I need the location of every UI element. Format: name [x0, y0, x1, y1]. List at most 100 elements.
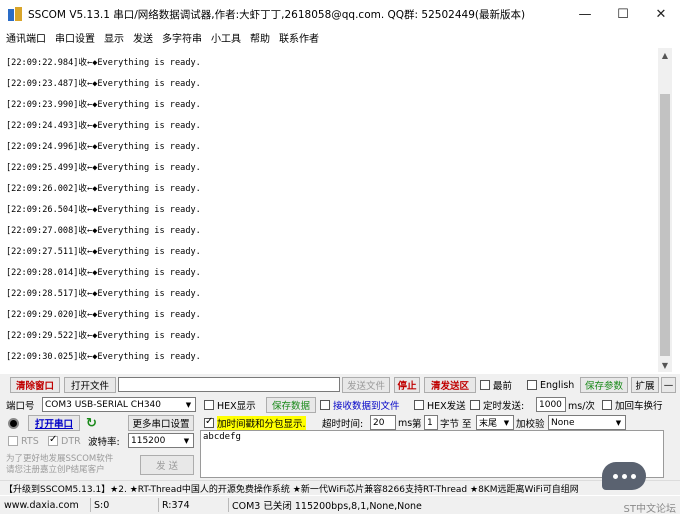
log-line: [22:09:25.499]收←◆Everything is ready. — [6, 163, 201, 173]
add-crlf-checkbox[interactable]: 加回车换行 — [602, 396, 663, 414]
send-button[interactable]: 发 送 — [140, 455, 194, 475]
chevron-down-icon: ▼ — [183, 436, 190, 445]
chat-icon — [602, 462, 646, 490]
timeout-input[interactable]: 20 — [370, 415, 396, 430]
log-line: [22:09:24.996]收←◆Everything is ready. — [6, 142, 201, 152]
checkbox-icon — [204, 416, 214, 428]
window-title: SSCOM V5.13.1 串口/网络数据调试器,作者:大虾丁丁,2618058… — [28, 8, 526, 21]
menu-bar: 通讯端口 串口设置 显示 发送 多字符串 小工具 帮助 联系作者 — [0, 28, 680, 46]
refresh-icon[interactable]: ↻ — [86, 414, 97, 432]
collapse-button[interactable]: — — [661, 377, 676, 393]
log-line: [22:09:22.984]收←◆Everything is ready. — [6, 58, 201, 68]
english-label: English — [540, 379, 575, 391]
checkbox-icon — [470, 400, 480, 410]
menu-display[interactable]: 显示 — [104, 30, 124, 45]
send-scrollbar[interactable] — [664, 430, 676, 478]
interval-unit: ms/次 — [568, 401, 595, 412]
chevron-down-icon: ▼ — [185, 400, 192, 409]
clear-window-button[interactable]: 清除窗口 — [10, 377, 60, 393]
menu-comm-port[interactable]: 通讯端口 — [6, 30, 46, 45]
start-byte-input[interactable]: 1 — [424, 415, 438, 430]
receive-log[interactable]: [22:09:22.984]收←◆Everything is ready. [2… — [4, 48, 656, 372]
log-line: [22:09:26.002]收←◆Everything is ready. — [6, 184, 201, 194]
open-port-button[interactable]: 打开串口 — [28, 415, 80, 431]
app-icon — [8, 7, 22, 21]
log-line: [22:09:23.487]收←◆Everything is ready. — [6, 79, 201, 89]
port-value: COM3 USB-SERIAL CH340 — [45, 399, 162, 410]
log-line: [22:09:27.511]收←◆Everything is ready. — [6, 247, 201, 257]
menu-multi-string[interactable]: 多字符串 — [162, 30, 202, 45]
checksum-select[interactable]: None ▼ — [548, 415, 626, 430]
baud-label: 波特率: — [88, 437, 120, 448]
hex-display-checkbox[interactable]: HEX显示 — [204, 396, 256, 414]
end-value: 末尾 — [479, 419, 498, 429]
log-line: [22:09:29.522]收←◆Everything is ready. — [6, 331, 201, 341]
log-scrollbar[interactable]: ▲ ▼ — [658, 48, 672, 372]
register-promo-text[interactable]: 为了更好地发展SSCOM软件 请您注册嘉立创P结尾客户 — [6, 452, 113, 478]
port-label: 端口号 — [6, 401, 35, 412]
stop-button[interactable]: 停止 — [394, 377, 420, 393]
rts-label: RTS — [21, 435, 39, 447]
expand-button[interactable]: 扩展 — [631, 377, 659, 393]
send-file-button[interactable]: 发送文件 — [342, 377, 390, 393]
checkbox-icon — [602, 400, 612, 410]
timed-send-label: 定时发送: — [483, 401, 525, 412]
chevron-down-icon: ▼ — [503, 418, 510, 427]
status-sent-count: S:0 — [94, 499, 110, 511]
end-byte-select[interactable]: 末尾 ▼ — [476, 415, 514, 430]
log-line: [22:09:23.990]收←◆Everything is ready. — [6, 100, 201, 110]
maximize-button[interactable]: ☐ — [604, 0, 642, 28]
interval-input[interactable]: 1000 — [536, 397, 566, 412]
menu-tools[interactable]: 小工具 — [211, 30, 241, 45]
topmost-checkbox[interactable]: 最前 — [480, 376, 512, 394]
status-bar: www.daxia.com S:0 R:374 COM3 已关闭 115200b… — [0, 496, 680, 514]
chevron-down-icon: ▼ — [615, 418, 622, 427]
hex-display-label: HEX显示 — [217, 401, 256, 412]
checksum-value: None — [551, 417, 575, 428]
recv-to-file-checkbox[interactable]: 接收数据到文件 — [320, 396, 400, 414]
log-line: [22:09:30.025]收←◆Everything is ready. — [6, 352, 201, 362]
status-site[interactable]: www.daxia.com — [4, 498, 79, 512]
dtr-checkbox[interactable]: DTR — [48, 432, 81, 450]
hex-send-label: HEX发送 — [427, 401, 466, 412]
clear-send-button[interactable]: 清发送区 — [424, 377, 476, 393]
file-path-input[interactable] — [118, 377, 340, 392]
menu-help[interactable]: 帮助 — [250, 30, 270, 45]
news-marquee[interactable]: 【升级到SSCOM5.13.1】★2. ★RT-Thread中国人的开源免费操作… — [0, 480, 680, 495]
timed-send-checkbox[interactable]: 定时发送: — [470, 396, 524, 414]
dtr-label: DTR — [61, 435, 81, 447]
baud-select[interactable]: 115200 ▼ — [128, 433, 194, 448]
port-status-led — [8, 414, 19, 432]
status-recv-count: R:374 — [162, 499, 190, 511]
topmost-label: 最前 — [493, 381, 513, 392]
more-settings-button[interactable]: 更多串口设置 — [128, 415, 194, 431]
log-line: [22:09:27.008]收←◆Everything is ready. — [6, 226, 201, 236]
checkbox-icon — [527, 380, 537, 390]
status-port-info: COM3 已关闭 115200bps,8,1,None,None — [232, 501, 422, 512]
menu-serial-settings[interactable]: 串口设置 — [55, 30, 95, 45]
rts-checkbox[interactable]: RTS — [8, 432, 39, 450]
checkbox-icon — [204, 400, 214, 410]
port-select[interactable]: COM3 USB-SERIAL CH340 ▼ — [42, 397, 196, 412]
record-icon — [8, 417, 19, 429]
log-line: [22:09:29.020]收←◆Everything is ready. — [6, 310, 201, 320]
open-file-button[interactable]: 打开文件 — [64, 377, 116, 393]
send-textarea[interactable]: abcdefg — [200, 430, 664, 478]
scroll-up-icon[interactable]: ▲ — [658, 48, 672, 62]
close-button[interactable]: ✕ — [642, 0, 680, 28]
log-line: [22:09:24.493]收←◆Everything is ready. — [6, 121, 201, 131]
menu-contact-author[interactable]: 联系作者 — [279, 30, 319, 45]
menu-send[interactable]: 发送 — [133, 30, 153, 45]
scroll-thumb[interactable] — [660, 94, 670, 356]
save-data-button[interactable]: 保存数据 — [266, 397, 316, 413]
log-line: [22:09:28.517]收←◆Everything is ready. — [6, 289, 201, 299]
baud-value: 115200 — [131, 435, 166, 446]
log-line: [22:09:26.504]收←◆Everything is ready. — [6, 205, 201, 215]
save-params-button[interactable]: 保存参数 — [580, 377, 628, 393]
hex-send-checkbox[interactable]: HEX发送 — [414, 396, 466, 414]
scroll-down-icon[interactable]: ▼ — [658, 358, 672, 372]
forum-watermark: ST中文论坛 — [623, 504, 676, 515]
checkbox-icon — [320, 400, 330, 410]
minimize-button[interactable]: — — [566, 0, 604, 28]
english-checkbox[interactable]: English — [527, 376, 574, 394]
